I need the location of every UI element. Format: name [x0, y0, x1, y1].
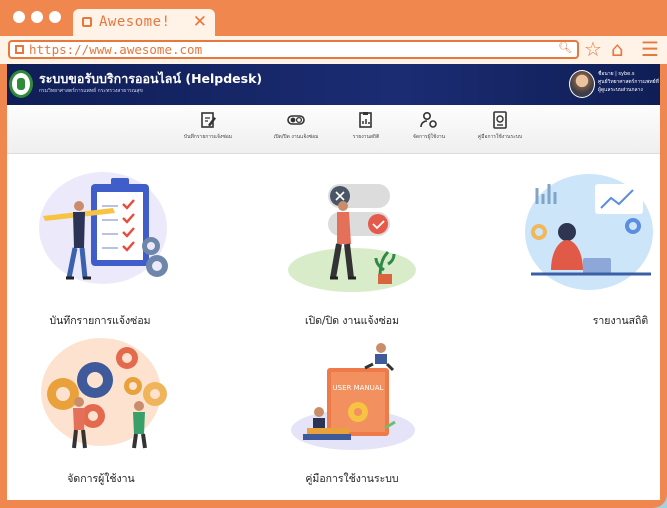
card-open-close[interactable]: เปิด/ปิด งานแจ้งซ่อม [277, 170, 427, 330]
browser-tab[interactable]: Awesome! ✕ [73, 9, 215, 36]
card-label: จัดการผู้ใช้งาน [67, 473, 135, 485]
department-logo [9, 70, 33, 98]
key-icon: 🔍︎ [558, 41, 572, 54]
card-manual[interactable]: USER MANUAL คู่มือการใช้งานระบบ [275, 330, 429, 490]
avatar[interactable] [569, 70, 595, 98]
menu-label: เปิด/ปิด งานแจ้งซ่อม [273, 134, 319, 140]
gears-illustration [41, 338, 167, 449]
card-label: รายงานสถิติ [592, 315, 649, 327]
book-title-line1: USER MANUAL [333, 384, 384, 392]
browser-frame: Awesome! ✕ https://www.awesome.com 🔍︎ ☆ … [0, 0, 667, 508]
star-icon[interactable]: ☆ [584, 39, 602, 59]
url-text[interactable]: https://www.awesome.com [29, 42, 202, 57]
tab-title: Awesome! [99, 14, 171, 30]
user-settings-icon [420, 111, 437, 128]
user-name: ชื่อนาย | sybe.s [598, 71, 635, 77]
site-subtitle: กรมวิทยาศาสตร์การแพทย์ กระทรวงสาธารณสุข [39, 88, 143, 94]
report-illustration [525, 174, 653, 290]
card-user-management[interactable]: จัดการผู้ใช้งาน [29, 330, 173, 490]
user-unit: ศูนย์วิทยาศาสตร์การแพทย์ที่ 1 [598, 79, 660, 85]
card-label: บันทึกรายการแจ้งซ่อม [49, 315, 151, 327]
tab-bar: Awesome! ✕ [0, 0, 667, 36]
toggle-icon [287, 115, 305, 125]
menu-label: คู่มือการใช้งานระบบ [477, 134, 523, 140]
menu-item-report[interactable]: รายงานสถิติ [340, 111, 392, 141]
address-bar-row: https://www.awesome.com 🔍︎ [0, 36, 667, 64]
tab-close-icon[interactable]: ✕ [193, 12, 207, 32]
clipboard-illustration [39, 172, 168, 284]
menu-item-user-management[interactable]: จัดการผู้ใช้งาน [399, 111, 459, 141]
manual-book-illustration: USER MANUAL [291, 343, 415, 450]
menu-item-repair-record[interactable]: บันทึกรายการแจ้งซ่อม [170, 111, 246, 141]
edit-document-icon [201, 112, 216, 128]
menu-label: บันทึกรายการแจ้งซ่อม [183, 134, 233, 140]
menu-label: รายงานสถิติ [352, 134, 380, 140]
window-minimize-dot[interactable] [31, 11, 43, 23]
menu-label: จัดการผู้ใช้งาน [412, 134, 446, 140]
report-icon [359, 112, 372, 128]
card-report[interactable]: รายงานสถิติ [501, 170, 660, 330]
home-icon[interactable]: ⌂ [611, 39, 624, 59]
window-maximize-dot[interactable] [49, 11, 61, 23]
toggle-switch-illustration [288, 184, 416, 292]
manual-icon [493, 111, 507, 129]
user-role: ผู้ดูแลระบบส่วนกลาง [598, 87, 643, 93]
browser-window: Awesome! ✕ https://www.awesome.com 🔍︎ ☆ … [0, 0, 667, 508]
menu-item-open-close[interactable]: เปิด/ปิด งานแจ้งซ่อม [260, 111, 332, 141]
card-label: เปิด/ปิด งานแจ้งซ่อม [304, 315, 400, 327]
window-close-dot[interactable] [13, 11, 25, 23]
tab-favicon-icon [82, 17, 92, 27]
site-title: ระบบขอรับบริการออนไลน์ (Helpdesk) [39, 71, 263, 86]
card-repair-record[interactable]: บันทึกรายการแจ้งซ่อม [25, 170, 175, 330]
card-label: คู่มือการใช้งานระบบ [305, 473, 399, 485]
address-bar[interactable]: https://www.awesome.com 🔍︎ [8, 40, 579, 59]
menu-item-manual[interactable]: คู่มือการใช้งานระบบ [467, 111, 533, 141]
site-header: ระบบขอรับบริการออนไลน์ (Helpdesk) กรมวิท… [7, 64, 660, 105]
page-icon [15, 45, 24, 54]
menu-icon[interactable]: ☰ [641, 39, 659, 59]
main-menu: บันทึกรายการแจ้งซ่อม เปิด/ปิด งานแจ้งซ่อ… [7, 105, 660, 154]
user-info[interactable]: ชื่อนาย | sybe.s ศูนย์วิทยาศาสตร์การแพทย… [598, 70, 660, 94]
web-page: ระบบขอรับบริการออนไลน์ (Helpdesk) กรมวิท… [7, 64, 660, 500]
